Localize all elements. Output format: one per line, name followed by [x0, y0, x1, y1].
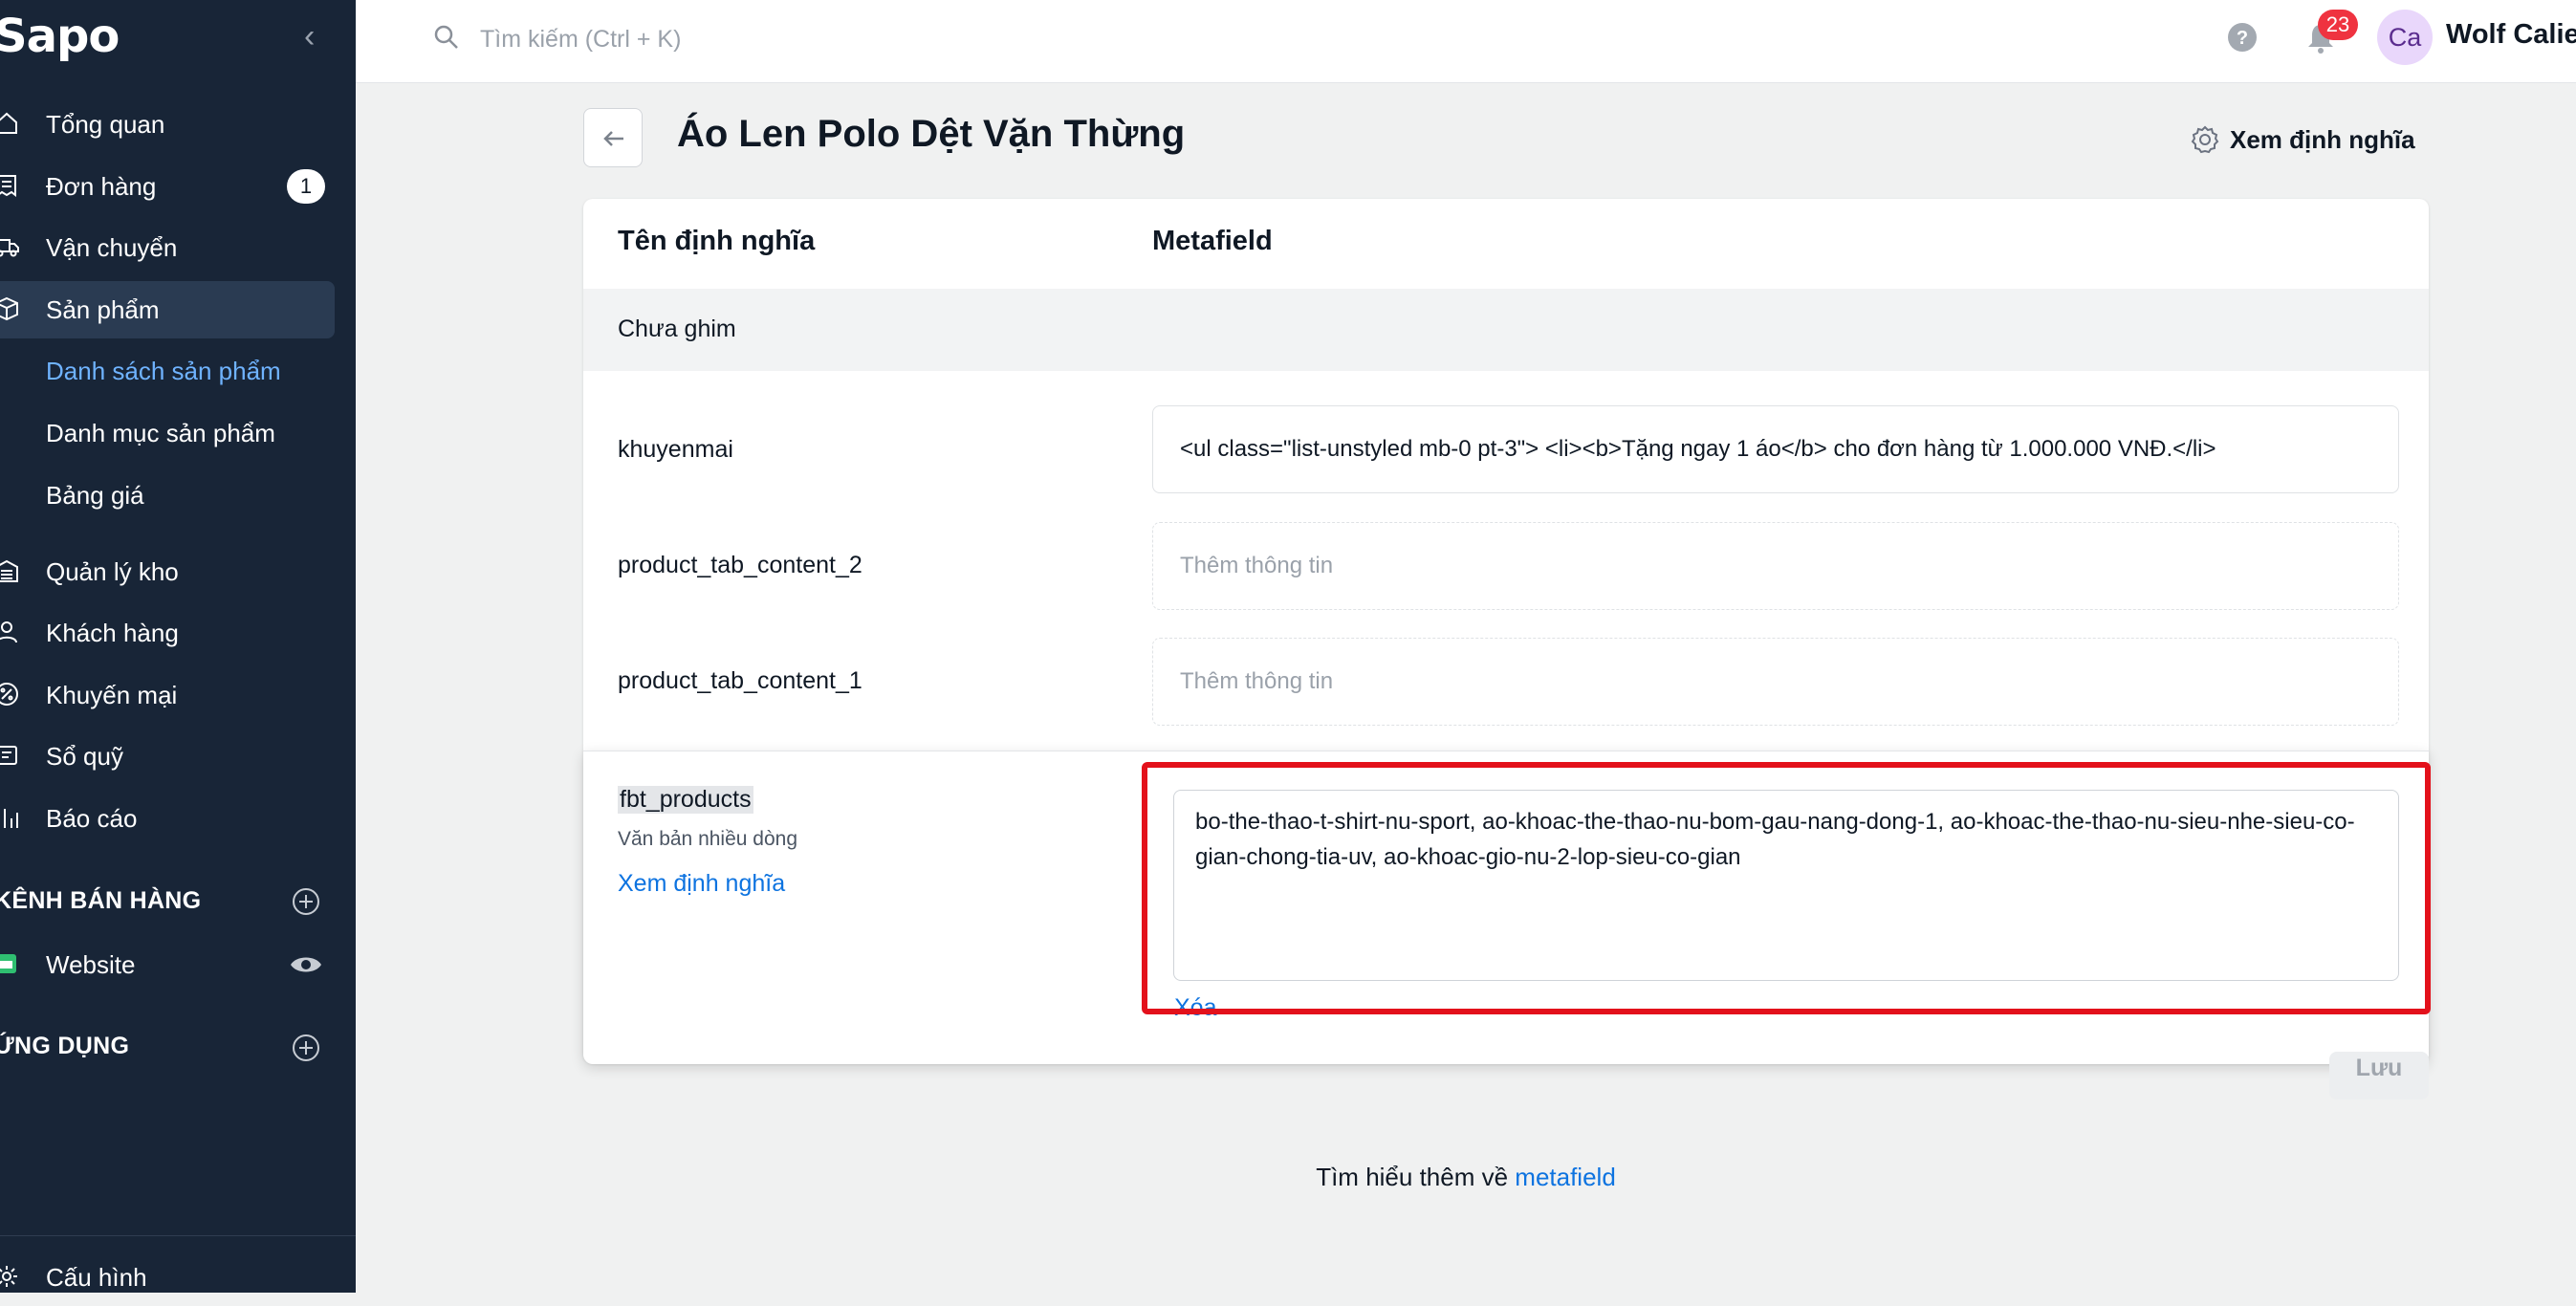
warehouse-icon — [0, 559, 18, 582]
highlight-annotation-box — [1142, 762, 2431, 1014]
eye-icon[interactable] — [289, 952, 323, 977]
learn-more-text: Tìm hiểu thêm về — [1316, 1163, 1516, 1191]
view-definition-button[interactable]: Xem định nghĩa — [2190, 122, 2415, 157]
metafield-name: fbt_products — [618, 786, 753, 814]
metafield-value-field[interactable]: Thêm thông tin — [1152, 638, 2399, 726]
column-header-definition-name: Tên định nghĩa — [618, 226, 816, 256]
gear-icon — [2191, 125, 2219, 154]
sidebar-item-label: Báo cáo — [46, 804, 138, 833]
sidebar-item-website[interactable]: Website — [0, 936, 356, 993]
home-icon — [0, 112, 17, 134]
chart-icon — [4, 809, 18, 828]
sidebar-item-label: Tổng quan — [46, 110, 165, 139]
metafield-type: Văn bản nhiều dòng — [618, 828, 798, 850]
save-button[interactable]: Lưu — [2329, 1052, 2429, 1099]
metafield-name: product_tab_content_1 — [618, 667, 862, 694]
sidebar-item-label: Sổ quỹ — [46, 742, 123, 771]
metafield-name: khuyenmai — [618, 436, 733, 463]
user-icon — [0, 621, 17, 643]
sidebar-item-label: Sản phẩm — [46, 295, 160, 324]
unpinned-section-header: Chưa ghim — [583, 289, 2429, 371]
sidebar-subitem-price-list[interactable]: Bảng giá — [46, 468, 144, 522]
sidebar-divider — [0, 1235, 356, 1236]
view-definition-link[interactable]: Xem định nghĩa — [618, 870, 785, 898]
page-title: Áo Len Polo Dệt Vặn Thừng — [677, 113, 1186, 155]
cashbook-icon — [0, 746, 17, 765]
sidebar-item-inventory[interactable]: Quản lý kho — [0, 543, 356, 600]
box-icon — [0, 296, 18, 321]
sidebar-item-reports[interactable]: Báo cáo — [0, 790, 356, 847]
add-app-icon[interactable] — [292, 1034, 320, 1062]
topbar: ? 23 Ca Wolf Calie — [356, 0, 2576, 83]
sidebar-item-label: Website — [46, 950, 136, 979]
search-icon — [434, 25, 458, 49]
view-definition-label: Xem định nghĩa — [2230, 124, 2415, 154]
gear-icon — [0, 1266, 17, 1287]
metafield-value-field[interactable]: <ul class="list-unstyled mb-0 pt-3"> <li… — [1152, 405, 2399, 493]
sidebar-item-promotions[interactable]: Khuyến mại — [0, 666, 356, 724]
collapse-sidebar-button[interactable]: ‹ — [304, 19, 325, 54]
help-icon[interactable]: ? — [2226, 21, 2259, 54]
sidebar-item-products[interactable]: Sản phẩm — [0, 281, 335, 338]
apps-heading: ỨNG DỤNG — [0, 1033, 130, 1059]
add-channel-icon[interactable] — [292, 887, 320, 916]
back-button[interactable] — [583, 108, 643, 167]
sidebar-item-settings[interactable]: Cấu hình — [0, 1249, 356, 1306]
user-name[interactable]: Wolf Calie — [2446, 19, 2576, 51]
metafield-value-field[interactable]: Thêm thông tin — [1152, 522, 2399, 610]
arrow-left-icon — [603, 131, 623, 146]
sidebar-subitem-product-categories[interactable]: Danh mục sản phẩm — [46, 406, 275, 460]
sales-channels-heading: KÊNH BÁN HÀNG — [0, 887, 202, 914]
metafield-link[interactable]: metafield — [1515, 1163, 1616, 1191]
sidebar-item-label: Khuyến mại — [46, 681, 178, 709]
avatar[interactable]: Ca — [2377, 10, 2433, 65]
discount-icon — [0, 683, 18, 706]
sidebar-item-label: Đơn hàng — [46, 172, 157, 201]
sidebar-item-customers[interactable]: Khách hàng — [0, 604, 356, 662]
sidebar: Sapo ‹ Tổng quan Đơn hàng 1 Vận chuyển S… — [0, 0, 356, 1293]
sidebar-item-label: Khách hàng — [46, 619, 179, 647]
sapo-logo[interactable]: Sapo — [0, 10, 120, 63]
sidebar-item-overview[interactable]: Tổng quan — [0, 96, 356, 153]
sidebar-item-shipping[interactable]: Vận chuyển — [0, 219, 356, 276]
sidebar-item-label: Vận chuyển — [46, 233, 178, 262]
sidebar-item-label: Cấu hình — [46, 1263, 147, 1292]
notification-count-badge: 23 — [2318, 10, 2358, 40]
sidebar-item-orders[interactable]: Đơn hàng 1 — [0, 158, 356, 215]
learn-more-footer: Tìm hiểu thêm về metafield — [0, 1163, 2576, 1192]
sidebar-subitem-product-list[interactable]: Danh sách sản phẩm — [46, 344, 281, 398]
truck-icon — [0, 239, 19, 257]
sidebar-item-cashbook[interactable]: Sổ quỹ — [0, 728, 356, 785]
store-icon — [0, 954, 16, 973]
receipt-icon — [0, 175, 16, 197]
unpinned-label: Chưa ghim — [618, 316, 736, 342]
svg-text:?: ? — [2237, 28, 2248, 49]
search-input[interactable] — [478, 17, 1151, 61]
column-header-metafield: Metafield — [1152, 226, 1273, 256]
sidebar-item-label: Quản lý kho — [46, 557, 179, 586]
metafield-name: product_tab_content_2 — [618, 552, 862, 578]
orders-count-badge: 1 — [287, 169, 325, 204]
